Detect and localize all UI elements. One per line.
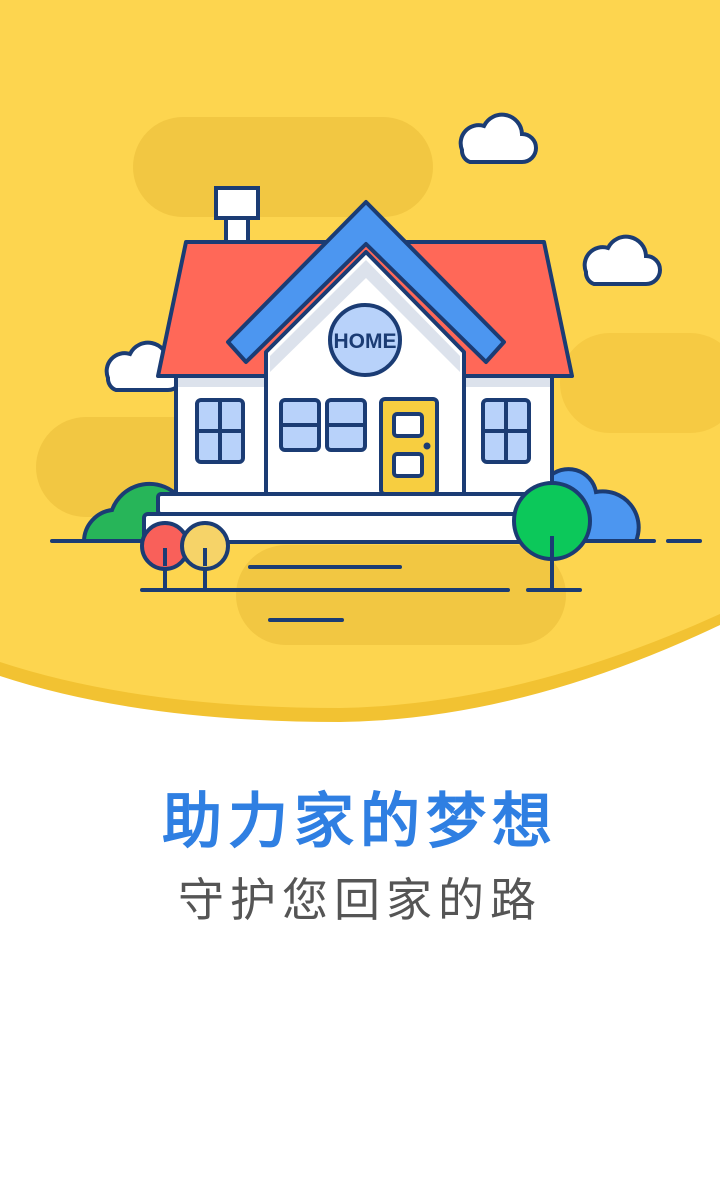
decor-stripe-bottom <box>236 545 566 645</box>
window <box>195 398 245 464</box>
window <box>279 398 321 452</box>
house-step-top <box>156 492 550 516</box>
window <box>325 398 367 452</box>
hero-illustration: HOME <box>0 0 720 722</box>
chimney-cap <box>214 186 260 220</box>
splash-screen: HOME 助力家的梦想 守护您回家的路 <box>0 0 720 1184</box>
slogan-subtitle: 守护您回家的路 <box>178 873 542 927</box>
decor-stripe-right <box>560 333 720 433</box>
decor-stripe-top <box>133 117 433 217</box>
home-sign-label: HOME <box>334 330 397 353</box>
window <box>481 398 531 464</box>
slogan-title: 助力家的梦想 <box>162 787 558 857</box>
front-door <box>379 397 439 496</box>
